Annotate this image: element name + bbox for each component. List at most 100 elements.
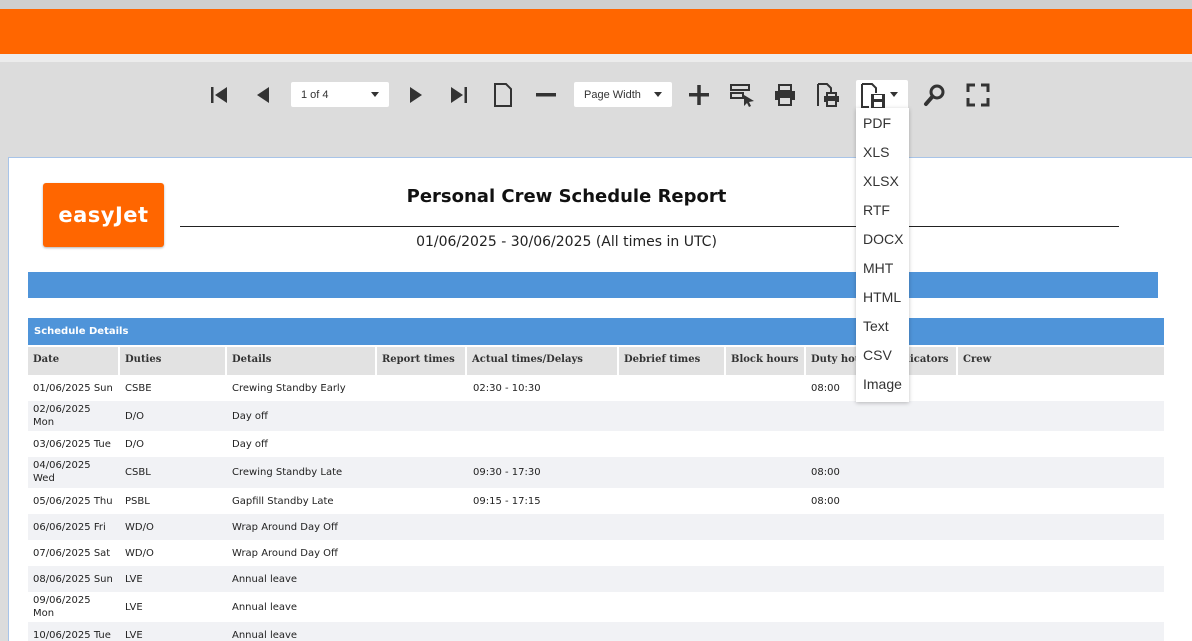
previous-page-button[interactable]: [250, 80, 276, 110]
first-page-icon: [209, 86, 229, 104]
column-header: Report times: [377, 347, 465, 375]
actual-times-cell: 02:30 - 10:30: [473, 382, 541, 395]
title-divider: [180, 226, 1119, 227]
export-button[interactable]: [856, 80, 908, 110]
details-cell: Crewing Standby Early: [232, 382, 346, 395]
duty-hours-cell: 08:00: [811, 495, 840, 508]
column-header: Details: [227, 347, 375, 375]
column-header: Date: [28, 347, 118, 375]
actual-times-cell: 09:30 - 17:30: [473, 466, 541, 479]
table-row: 04/06/2025 CSBL Crewing Standby Late 09:30 …: [28, 457, 1164, 488]
page-selector-value: 1 of 4: [301, 89, 329, 101]
duties-cell: WD/O: [125, 547, 154, 560]
date-cell: 10/06/2025 Tue: [33, 629, 111, 641]
search-icon: [923, 83, 947, 107]
table-row: 01/06/2025 SunCSBECrewing Standby Early0…: [28, 375, 1164, 401]
details-cell: Annual leave: [232, 573, 297, 586]
details-cell: Crewing Standby Late: [232, 466, 342, 479]
date-cell: 03/06/2025 Tue: [33, 438, 111, 451]
duties-cell: CSBL: [125, 466, 151, 479]
single-page-view-button[interactable]: [490, 80, 516, 110]
print-button[interactable]: [771, 80, 799, 110]
column-header: Crew: [958, 347, 1164, 375]
export-menu-item-text[interactable]: Text: [863, 316, 889, 336]
report-band: [28, 272, 1158, 298]
date-cell: 09/06/2025: [33, 594, 91, 607]
actual-times-cell: 09:15 - 17:15: [473, 495, 541, 508]
page-selector[interactable]: 1 of 4: [291, 82, 389, 107]
plus-icon: [688, 84, 710, 106]
next-page-button[interactable]: [403, 80, 429, 110]
zoom-in-button[interactable]: [686, 80, 712, 110]
table-row: 08/06/2025 SunLVEAnnual leave: [28, 566, 1164, 592]
first-page-button[interactable]: [206, 80, 232, 110]
highlight-editing-fields-button[interactable]: [728, 80, 756, 110]
date-cell: 06/06/2025 Fri: [33, 521, 106, 534]
export-format-menu: PDF XLS XLSX RTF DOCX MHT HTML Text CSV Image: [856, 108, 909, 402]
duties-cell: D/O: [125, 410, 144, 423]
next-page-icon: [408, 86, 424, 104]
table-row: 07/06/2025 Sat WD/O Wrap Around Day Off: [28, 540, 1164, 566]
zoom-out-button[interactable]: [533, 80, 559, 110]
print-icon: [773, 83, 797, 107]
minus-icon: [535, 92, 557, 98]
duties-cell: PSBL: [125, 495, 150, 508]
details-cell: Day off: [232, 438, 268, 451]
report-page: easyJet Personal Crew Schedule Report 01…: [8, 157, 1192, 641]
column-header: Block hours: [726, 347, 804, 375]
table-row: 05/06/2025 ThuPSBLGapfill Standby Late09…: [28, 488, 1164, 514]
export-save-icon: [860, 83, 888, 109]
search-button[interactable]: [921, 80, 949, 110]
zoom-selector[interactable]: Page Width: [574, 82, 672, 107]
app-header-bar: [0, 9, 1192, 54]
logo-text: easyJet: [58, 203, 148, 227]
report-title: Personal Crew Schedule Report: [309, 186, 824, 207]
date-cell: 01/06/2025 Sun: [33, 382, 113, 395]
page-icon: [493, 83, 513, 107]
duties-cell: LVE: [125, 573, 143, 586]
duty-hours-cell: 08:00: [811, 466, 840, 479]
duties-cell: LVE: [125, 601, 143, 614]
details-cell: Gapfill Standby Late: [232, 495, 334, 508]
print-page-icon: [815, 82, 841, 108]
last-page-button[interactable]: [446, 80, 472, 110]
duties-cell: LVE: [125, 629, 143, 641]
date-cell: 02/06/2025: [33, 403, 91, 416]
date-weekday-cell: Wed: [33, 472, 55, 485]
table-row: 03/06/2025 Tue D/O Day off: [28, 431, 1164, 457]
column-header: Duties: [120, 347, 225, 375]
print-page-button[interactable]: [814, 80, 842, 110]
export-menu-item-csv[interactable]: CSV: [863, 345, 892, 365]
date-cell: 07/06/2025 Sat: [33, 547, 110, 560]
export-menu-item-image[interactable]: Image: [863, 374, 902, 394]
details-cell: Wrap Around Day Off: [232, 521, 338, 534]
easyjet-logo: easyJet: [43, 183, 164, 247]
export-menu-item-rtf[interactable]: RTF: [863, 200, 890, 220]
header-separator: [0, 54, 1192, 62]
date-weekday-cell: Mon: [33, 607, 54, 620]
export-menu-item-pdf[interactable]: PDF: [863, 113, 891, 133]
fullscreen-button[interactable]: [964, 80, 992, 110]
duties-cell: D/O: [125, 438, 144, 451]
last-page-icon: [449, 86, 469, 104]
details-cell: Annual leave: [232, 601, 297, 614]
details-cell: Annual leave: [232, 629, 297, 641]
export-menu-item-html[interactable]: HTML: [863, 287, 901, 307]
export-menu-item-xls[interactable]: XLS: [863, 142, 889, 162]
edit-fields-icon: [729, 83, 755, 107]
table-row: 09/06/2025 LVE Annual leave Mon: [28, 592, 1164, 622]
export-menu-item-docx[interactable]: DOCX: [863, 229, 903, 249]
chevron-down-icon: [371, 92, 379, 97]
chevron-down-icon: [654, 92, 662, 97]
fullscreen-icon: [966, 83, 990, 107]
export-menu-item-mht[interactable]: MHT: [863, 258, 893, 278]
details-cell: Wrap Around Day Off: [232, 547, 338, 560]
export-menu-item-xlsx[interactable]: XLSX: [863, 171, 899, 191]
column-header: Debrief times: [619, 347, 724, 375]
top-strip: [0, 0, 1192, 9]
zoom-selector-value: Page Width: [584, 89, 641, 101]
details-cell: Day off: [232, 410, 268, 423]
date-cell: 04/06/2025: [33, 459, 91, 472]
viewer-toolbar: [0, 62, 1192, 158]
table-row: 10/06/2025 Tue LVE Annual leave: [28, 622, 1164, 641]
